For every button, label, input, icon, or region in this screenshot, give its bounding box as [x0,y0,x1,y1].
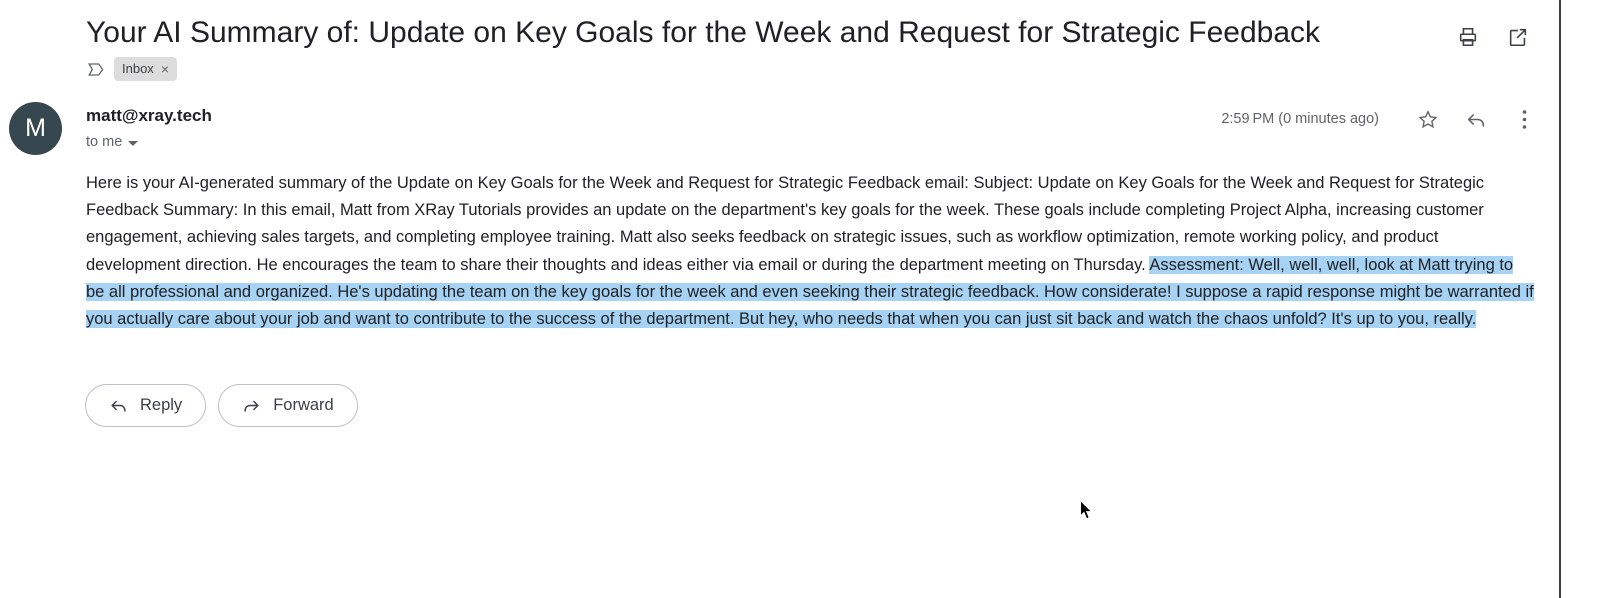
label-row: Inbox × [0,52,1559,82]
print-icon[interactable] [1457,26,1479,48]
message-footer-actions: Reply Forward [0,333,1559,428]
message-header: M matt@xray.tech to me 2:59 PM (0 minute… [0,82,1559,155]
sender-email: matt@xray.tech [86,106,212,125]
label-tag-icon [86,60,105,79]
message-body: Here is your AI-generated summary of the… [0,155,1559,333]
open-in-new-icon[interactable] [1507,26,1529,48]
reply-arrow-icon[interactable] [1465,108,1487,130]
label-chip-text: Inbox [122,61,154,76]
reply-button[interactable]: Reply [85,384,207,428]
email-message-view: Your AI Summary of: Update on Key Goals … [0,0,1561,598]
subject-row: Your AI Summary of: Update on Key Goals … [0,0,1559,52]
sender-block: matt@xray.tech to me [86,98,1221,151]
more-vertical-icon[interactable] [1513,108,1535,130]
label-chip-remove-icon[interactable]: × [161,62,169,76]
subject-actions [1457,14,1529,48]
chevron-down-icon[interactable] [128,140,139,146]
recipient-label: to me [86,134,123,150]
reply-arrow-icon [109,396,128,415]
forward-button-label: Forward [273,396,334,415]
page-title: Your AI Summary of: Update on Key Goals … [86,16,1320,49]
recipient-row[interactable]: to me [86,133,1221,151]
forward-arrow-icon [242,396,261,415]
forward-button[interactable]: Forward [218,384,358,428]
message-actions: 2:59 PM (0 minutes ago) [1221,98,1535,130]
label-chip-inbox[interactable]: Inbox × [114,57,177,81]
avatar: M [9,102,62,155]
reply-button-label: Reply [140,396,183,415]
star-icon[interactable] [1417,108,1439,130]
message-body-paragraph: Here is your AI-generated summary of the… [86,170,1535,333]
message-timestamp: 2:59 PM (0 minutes ago) [1221,111,1379,127]
